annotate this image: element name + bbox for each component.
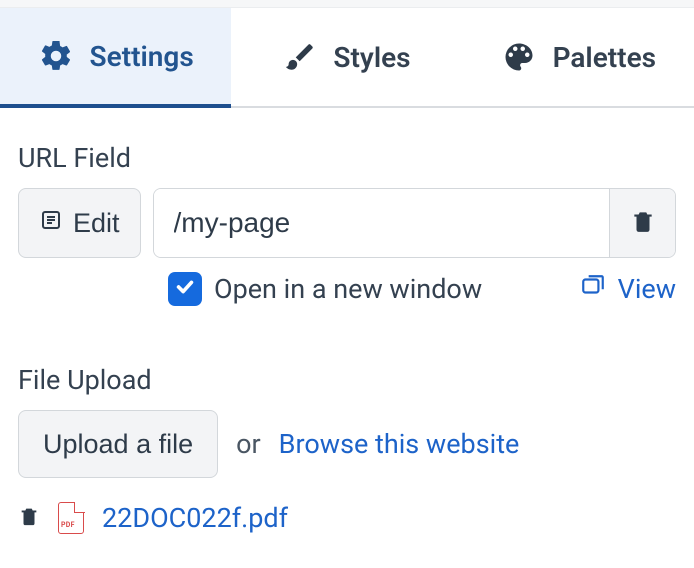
uploaded-file-link[interactable]: 22DOC022f.pdf [102, 502, 288, 534]
tab-settings-label: Settings [90, 40, 194, 73]
or-text: or [236, 428, 261, 460]
tab-styles-label: Styles [333, 41, 410, 74]
edit-button-label: Edit [73, 208, 120, 239]
tab-palettes[interactable]: Palettes [463, 8, 694, 106]
open-new-window-label: Open in a new window [214, 273, 482, 305]
content-area: URL Field Edit Open in a new window [0, 108, 694, 534]
url-input[interactable] [154, 189, 609, 257]
delete-file-button[interactable] [18, 503, 40, 533]
open-new-window-checkbox-wrap: Open in a new window [168, 272, 482, 306]
brush-icon [283, 40, 317, 74]
window-icon [578, 273, 608, 306]
file-upload-section: File Upload Upload a file or Browse this… [18, 364, 676, 534]
edit-list-icon [39, 208, 63, 239]
pdf-file-icon: PDF [58, 502, 84, 534]
clear-url-button[interactable] [609, 189, 675, 257]
upload-file-button[interactable]: Upload a file [18, 410, 218, 478]
uploaded-file-row: PDF 22DOC022f.pdf [18, 502, 676, 534]
view-link[interactable]: View [578, 273, 676, 306]
tab-palettes-label: Palettes [553, 41, 656, 74]
open-new-window-checkbox[interactable] [168, 272, 202, 306]
check-icon [174, 276, 196, 302]
trash-icon [630, 207, 656, 239]
gear-icon [38, 38, 74, 74]
url-under-row: Open in a new window View [18, 272, 676, 306]
view-link-label: View [618, 273, 676, 305]
tabs-bar: Settings Styles Palettes [0, 8, 694, 108]
tab-styles[interactable]: Styles [231, 8, 462, 106]
url-row: Edit [18, 188, 676, 258]
edit-button[interactable]: Edit [18, 188, 141, 258]
palette-icon [501, 39, 537, 75]
top-strip [0, 0, 694, 8]
file-upload-label: File Upload [18, 364, 676, 396]
tab-settings[interactable]: Settings [0, 8, 231, 108]
file-upload-row: Upload a file or Browse this website [18, 410, 676, 478]
url-input-wrap [153, 188, 676, 258]
upload-file-button-label: Upload a file [43, 429, 193, 460]
browse-website-link[interactable]: Browse this website [279, 428, 520, 460]
url-field-label: URL Field [18, 142, 676, 174]
